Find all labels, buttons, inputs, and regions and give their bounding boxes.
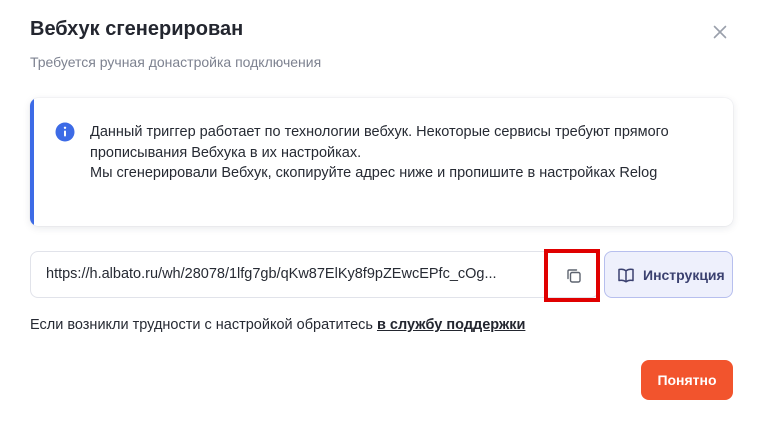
copy-url-button[interactable] [544,249,600,302]
support-hint: Если возникли трудности с настройкой обр… [30,317,525,333]
modal-title: Вебхук сгенерирован [30,18,244,40]
info-icon [55,122,75,142]
info-text: Данный триггер работает по технологии ве… [90,122,710,184]
modal-subtitle: Требуется ручная донастройка подключения [30,54,322,70]
info-accent-bar [30,98,34,226]
webhook-url-text[interactable]: https://h.albato.ru/wh/28078/1lfg7gb/qKw… [46,266,546,282]
copy-icon [567,269,581,283]
close-button[interactable] [708,20,732,44]
info-callout: Данный триггер работает по технологии ве… [30,98,733,226]
book-icon [618,268,634,283]
support-hint-text: Если возникли трудности с настройкой обр… [30,317,373,333]
support-link[interactable]: в службу поддержки [377,317,525,333]
webhook-modal: Вебхук сгенерирован Требуется ручная дон… [0,0,757,421]
close-icon [713,25,727,39]
instruction-button-label: Инструкция [643,266,725,283]
info-line-1: Данный триггер работает по технологии ве… [90,124,669,161]
ok-button[interactable]: Понятно [641,360,733,400]
webhook-url-field[interactable]: https://h.albato.ru/wh/28078/1lfg7gb/qKw… [30,251,599,298]
info-line-2: Мы сгенерировали Вебхук, скопируйте адре… [90,165,658,181]
instruction-button[interactable]: Инструкция [604,251,733,298]
